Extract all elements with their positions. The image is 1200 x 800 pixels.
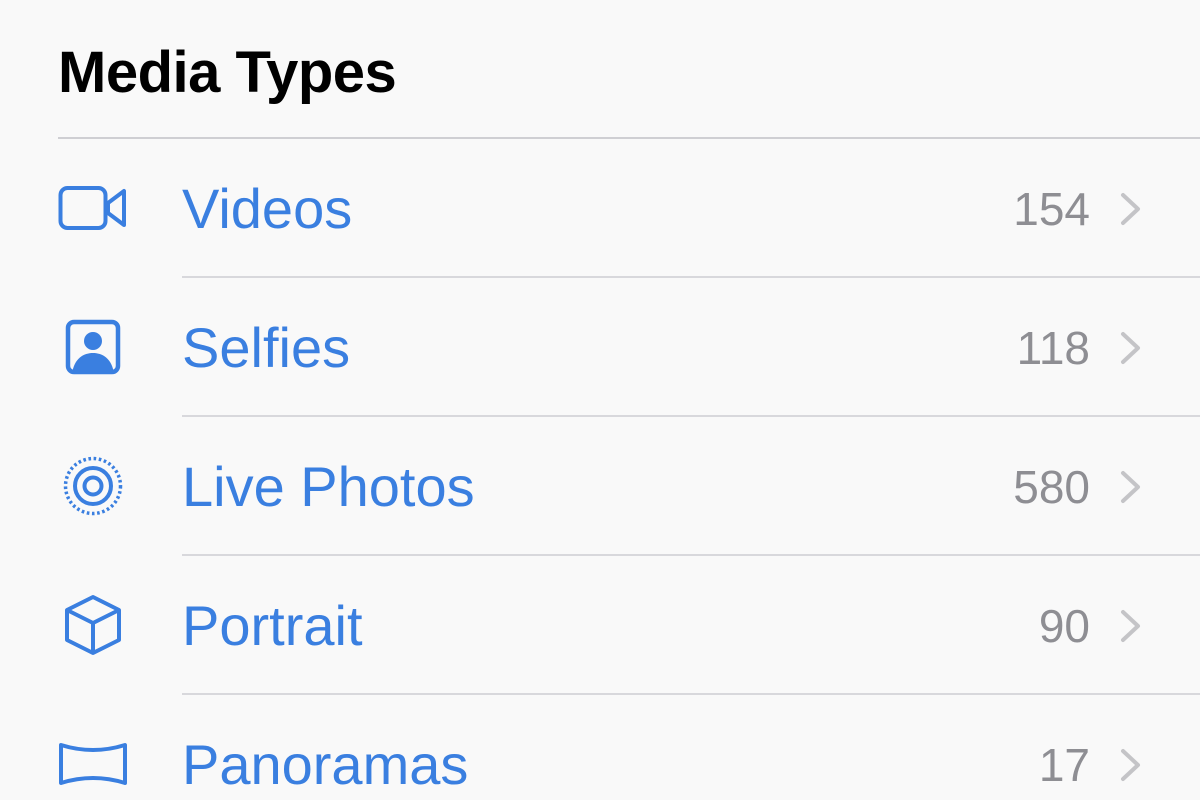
list-item-label: Videos [182, 177, 353, 240]
list-item-label: Live Photos [182, 455, 475, 518]
panorama-icon [54, 730, 132, 798]
chevron-right-icon [1121, 749, 1140, 781]
video-camera-icon [54, 174, 132, 242]
list-item-label: Selfies [182, 316, 351, 379]
list-item-count: 90 [1038, 600, 1090, 652]
selfie-portrait-icon [54, 313, 132, 381]
list-item-live-photos[interactable]: Live Photos 580 [0, 417, 1200, 556]
chevron-right-icon [1121, 610, 1140, 642]
list-item-label: Panoramas [182, 733, 469, 796]
list-item-portrait[interactable]: Portrait 90 [0, 556, 1200, 695]
list-item-panoramas[interactable]: Panoramas 17 [0, 695, 1200, 800]
list-item-count: 118 [1016, 322, 1090, 374]
list-item-count: 580 [1013, 461, 1090, 513]
media-types-screen: Media Types Videos 154 Selfies 118 Live … [0, 0, 1200, 800]
list-item-count: 154 [1013, 183, 1090, 235]
chevron-right-icon [1121, 471, 1140, 503]
media-types-list: Videos 154 Selfies 118 Live Photos 580 P… [0, 139, 1200, 800]
section-title: Media Types [58, 40, 397, 105]
list-item-selfies[interactable]: Selfies 118 [0, 278, 1200, 417]
list-item-videos[interactable]: Videos 154 [0, 139, 1200, 278]
chevron-right-icon [1121, 332, 1140, 364]
cube-icon [54, 591, 132, 659]
live-photo-icon [54, 452, 132, 520]
list-item-label: Portrait [182, 594, 363, 657]
chevron-right-icon [1121, 193, 1140, 225]
list-item-count: 17 [1038, 739, 1090, 791]
